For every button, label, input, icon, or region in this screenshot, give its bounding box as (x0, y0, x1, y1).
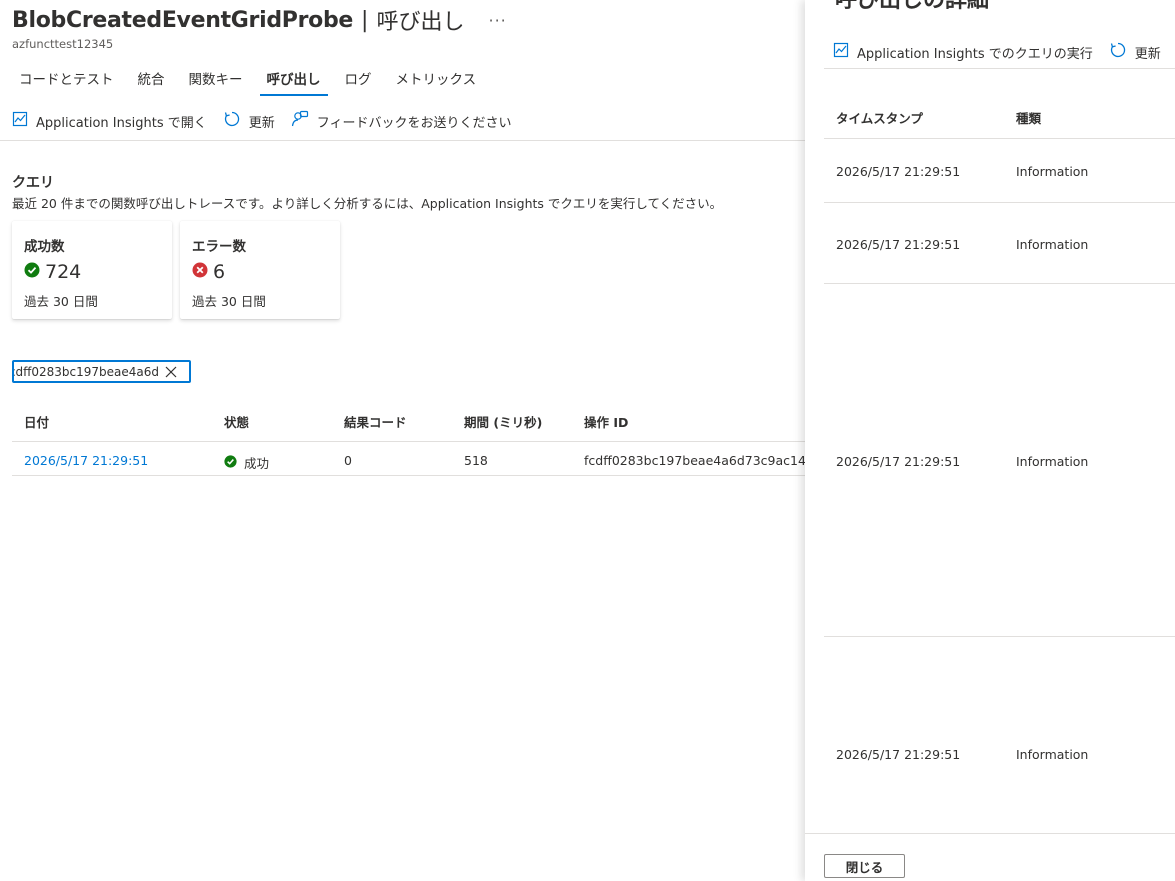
column-header-date[interactable]: 日付 (24, 412, 49, 431)
open-app-insights-label: Application Insights で開く (36, 115, 207, 131)
close-button[interactable]: 閉じる (824, 854, 905, 878)
panel-refresh-label: 更新 (1134, 46, 1161, 62)
invocations-table-header: 日付 状態 結果コード 期間 (ミリ秒) 操作 ID (12, 400, 805, 442)
operation-id-cell: fcdff0283bc197beae4a6d73c9ac142c (584, 453, 821, 468)
success-count-value: 724 (45, 261, 82, 283)
success-check-icon (24, 261, 45, 283)
success-check-icon (224, 454, 244, 471)
feedback-button[interactable]: フィードバックをお送りください (291, 110, 512, 132)
page-subtitle: 呼び出し (376, 10, 465, 35)
query-description: 最近 20 件までの関数呼び出しトレースです。より詳しく分析するには、Appli… (12, 196, 723, 211)
tab-integration[interactable]: 統合 (131, 62, 172, 96)
tab-bar: コードとテスト 統合 関数キー 呼び出し ログ メトリックス (12, 62, 493, 96)
refresh-icon (223, 110, 249, 132)
invocation-date-link[interactable]: 2026/5/17 21:29:51 (24, 453, 148, 468)
error-count-card: エラー数 6 過去 30 日間 (180, 221, 340, 319)
tab-invocations[interactable]: 呼び出し (259, 62, 328, 96)
panel-command-bar: Application Insights でのクエリの実行 更新 (833, 41, 1175, 63)
page-title: BlobCreatedEventGridProbe (12, 7, 354, 33)
table-row[interactable]: 2026/5/17 21:29:51 成功 0 518 fcdff0283bc1… (12, 443, 821, 476)
column-header-duration[interactable]: 期間 (ミリ秒) (464, 412, 542, 431)
column-header-operation-id[interactable]: 操作 ID (584, 412, 628, 431)
page-header: BlobCreatedEventGridProbe | 呼び出し ··· (12, 4, 507, 36)
query-section-title: クエリ (12, 175, 54, 191)
column-header-type[interactable]: 種類 (1016, 108, 1041, 127)
trace-type: Information (1016, 237, 1089, 252)
clear-filter-icon[interactable] (165, 366, 177, 378)
error-x-icon (192, 261, 213, 283)
trace-type: Information (1016, 454, 1089, 469)
error-count-value: 6 (213, 261, 226, 283)
success-count-period: 過去 30 日間 (24, 294, 98, 309)
operation-id-filter-input[interactable] (14, 364, 159, 379)
column-header-status[interactable]: 状態 (224, 412, 249, 431)
command-bar: Application Insights で開く 更新 フィードバックをお送りく… (12, 110, 528, 132)
success-count-value-row: 724 (24, 261, 81, 283)
feedback-label: フィードバックをお送りください (316, 115, 512, 131)
open-app-insights-button[interactable]: Application Insights で開く (12, 111, 207, 131)
panel-divider (824, 68, 1175, 69)
invocation-details-panel: 呼び出しの詳細 Application Insights でのクエリの実行 更新… (805, 0, 1175, 881)
panel-title: 呼び出しの詳細 (835, 0, 990, 13)
success-count-card: 成功数 724 過去 30 日間 (12, 221, 172, 319)
list-item[interactable]: 2026/5/17 21:29:51 Information (824, 284, 1175, 637)
trace-timestamp: 2026/5/17 21:29:51 (836, 454, 961, 469)
duration-cell: 518 (464, 453, 488, 468)
status-text: 成功 (244, 456, 270, 471)
list-item[interactable]: 2026/5/17 21:29:51 Information (824, 203, 1175, 284)
run-query-app-insights-button[interactable]: Application Insights でのクエリの実行 (833, 42, 1093, 62)
error-count-period: 過去 30 日間 (192, 294, 266, 309)
tab-logs[interactable]: ログ (338, 62, 379, 96)
panel-refresh-button[interactable]: 更新 (1109, 41, 1161, 63)
more-options-button[interactable]: ··· (488, 11, 506, 30)
refresh-button[interactable]: 更新 (223, 110, 275, 132)
main-content: BlobCreatedEventGridProbe | 呼び出し ··· azf… (0, 0, 821, 881)
column-header-timestamp[interactable]: タイムスタンプ (836, 108, 923, 127)
title-separator: | (361, 7, 369, 33)
error-count-value-row: 6 (192, 261, 225, 283)
tab-code-test[interactable]: コードとテスト (12, 62, 121, 96)
status-cell: 成功 (224, 453, 269, 472)
tab-metrics[interactable]: メトリックス (389, 62, 484, 96)
trace-timestamp: 2026/5/17 21:29:51 (836, 237, 961, 252)
list-item[interactable]: 2026/5/17 21:29:51 Information (824, 637, 1175, 833)
success-count-label: 成功数 (24, 239, 65, 255)
refresh-label: 更新 (248, 115, 275, 131)
run-query-label: Application Insights でのクエリの実行 (857, 46, 1093, 62)
tab-function-keys[interactable]: 関数キー (182, 62, 250, 96)
trace-timestamp: 2026/5/17 21:29:51 (836, 164, 961, 179)
refresh-icon (1109, 41, 1135, 63)
feedback-icon (291, 110, 317, 132)
operation-id-filter[interactable] (12, 360, 191, 383)
divider (0, 140, 805, 141)
resource-name: azfuncttest12345 (12, 37, 114, 51)
error-count-label: エラー数 (192, 239, 246, 255)
trace-type: Information (1016, 164, 1089, 179)
column-header-result-code[interactable]: 結果コード (344, 412, 407, 431)
result-code-cell: 0 (344, 453, 352, 468)
panel-footer-divider (805, 833, 1175, 834)
trace-timestamp: 2026/5/17 21:29:51 (836, 747, 961, 762)
trace-type: Information (1016, 747, 1089, 762)
chart-icon (12, 111, 36, 131)
chart-icon (833, 42, 857, 62)
list-item[interactable]: 2026/5/17 21:29:51 Information (824, 139, 1175, 203)
